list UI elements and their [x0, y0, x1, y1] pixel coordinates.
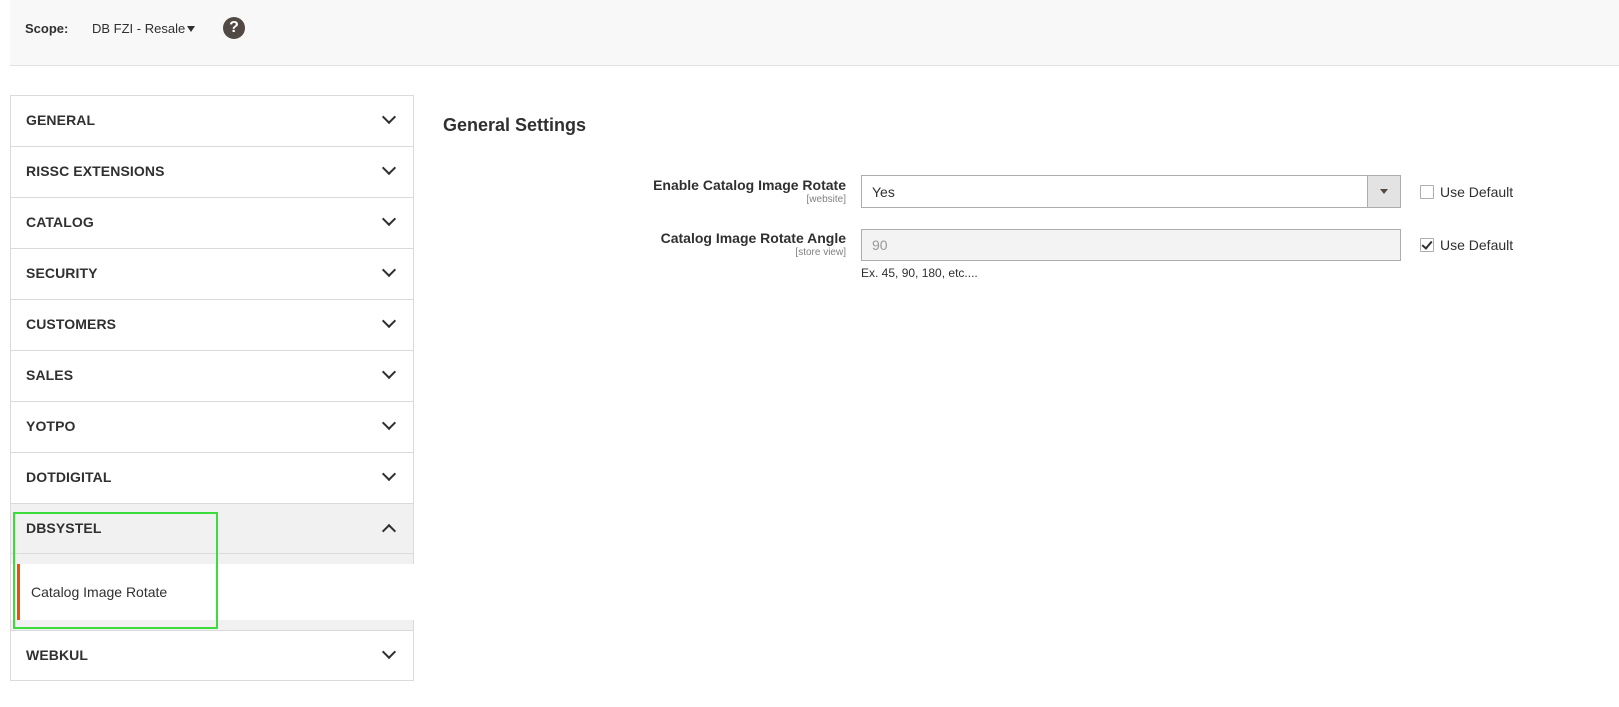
enable-rotate-select[interactable]: Yes	[861, 175, 1401, 208]
field-scope-enable-rotate: [website]	[806, 194, 846, 205]
sidebar-item-label: Catalog Image Rotate	[31, 584, 168, 600]
rotate-angle-input[interactable]	[861, 229, 1401, 261]
active-indicator	[17, 564, 20, 620]
field-label-enable-rotate: Enable Catalog Image Rotate	[653, 177, 846, 193]
section-label: GENERAL	[26, 112, 96, 128]
caret-down-icon[interactable]	[187, 26, 195, 32]
section-label: DBSYSTEL	[26, 520, 102, 536]
sidebar-item-catalog-image-rotate[interactable]: Catalog Image Rotate	[10, 564, 414, 620]
section-customers[interactable]: CUSTOMERS	[10, 299, 414, 350]
section-yotpo[interactable]: YOTPO	[10, 401, 414, 452]
select-value: Yes	[872, 184, 895, 200]
section-label: SECURITY	[26, 265, 98, 281]
section-general[interactable]: GENERAL	[10, 95, 414, 146]
chevron-down-icon	[381, 160, 397, 176]
section-rissc-extensions[interactable]: RISSC EXTENSIONS	[10, 146, 414, 197]
chevron-down-icon	[381, 313, 397, 329]
chevron-down-icon	[381, 109, 397, 125]
section-dbsystel[interactable]: DBSYSTEL	[10, 503, 414, 554]
use-default-checkbox-enable-rotate[interactable]	[1420, 185, 1434, 199]
field-hint: Ex. 45, 90, 180, etc....	[861, 266, 978, 280]
section-dotdigital[interactable]: DOTDIGITAL	[10, 452, 414, 503]
chevron-down-icon	[381, 364, 397, 380]
section-label: SALES	[26, 367, 74, 383]
section-security[interactable]: SECURITY	[10, 248, 414, 299]
config-sidebar: GENERAL RISSC EXTENSIONS CATALOG SECURIT…	[10, 95, 414, 681]
section-catalog[interactable]: CATALOG	[10, 197, 414, 248]
section-label: WEBKUL	[26, 647, 89, 663]
scope-bar: Scope: DB FZI - Resale ?	[10, 0, 1619, 66]
use-default-checkbox-rotate-angle[interactable]	[1420, 238, 1434, 252]
scope-switcher[interactable]: DB FZI - Resale	[92, 21, 185, 36]
section-label: CUSTOMERS	[26, 316, 117, 332]
field-label-rotate-angle: Catalog Image Rotate Angle	[660, 230, 846, 246]
section-label: YOTPO	[26, 418, 76, 434]
section-sales[interactable]: SALES	[10, 350, 414, 401]
chevron-down-icon	[381, 262, 397, 278]
section-label: CATALOG	[26, 214, 94, 230]
question-mark-icon[interactable]: ?	[223, 17, 245, 39]
divider	[10, 620, 414, 630]
use-default-label[interactable]: Use Default	[1440, 184, 1513, 200]
divider	[10, 554, 414, 564]
chevron-down-icon	[381, 415, 397, 431]
field-scope-rotate-angle: [store view]	[795, 247, 846, 258]
chevron-up-icon	[381, 523, 397, 539]
section-label: DOTDIGITAL	[26, 469, 112, 485]
chevron-down-icon[interactable]	[1367, 176, 1400, 207]
section-label: RISSC EXTENSIONS	[26, 163, 165, 179]
page-title: General Settings	[443, 115, 587, 135]
section-webkul[interactable]: WEBKUL	[10, 630, 414, 681]
scope-label: Scope:	[25, 21, 69, 36]
chevron-down-icon	[381, 644, 397, 660]
chevron-down-icon	[381, 211, 397, 227]
chevron-down-icon	[381, 466, 397, 482]
use-default-label[interactable]: Use Default	[1440, 237, 1513, 253]
